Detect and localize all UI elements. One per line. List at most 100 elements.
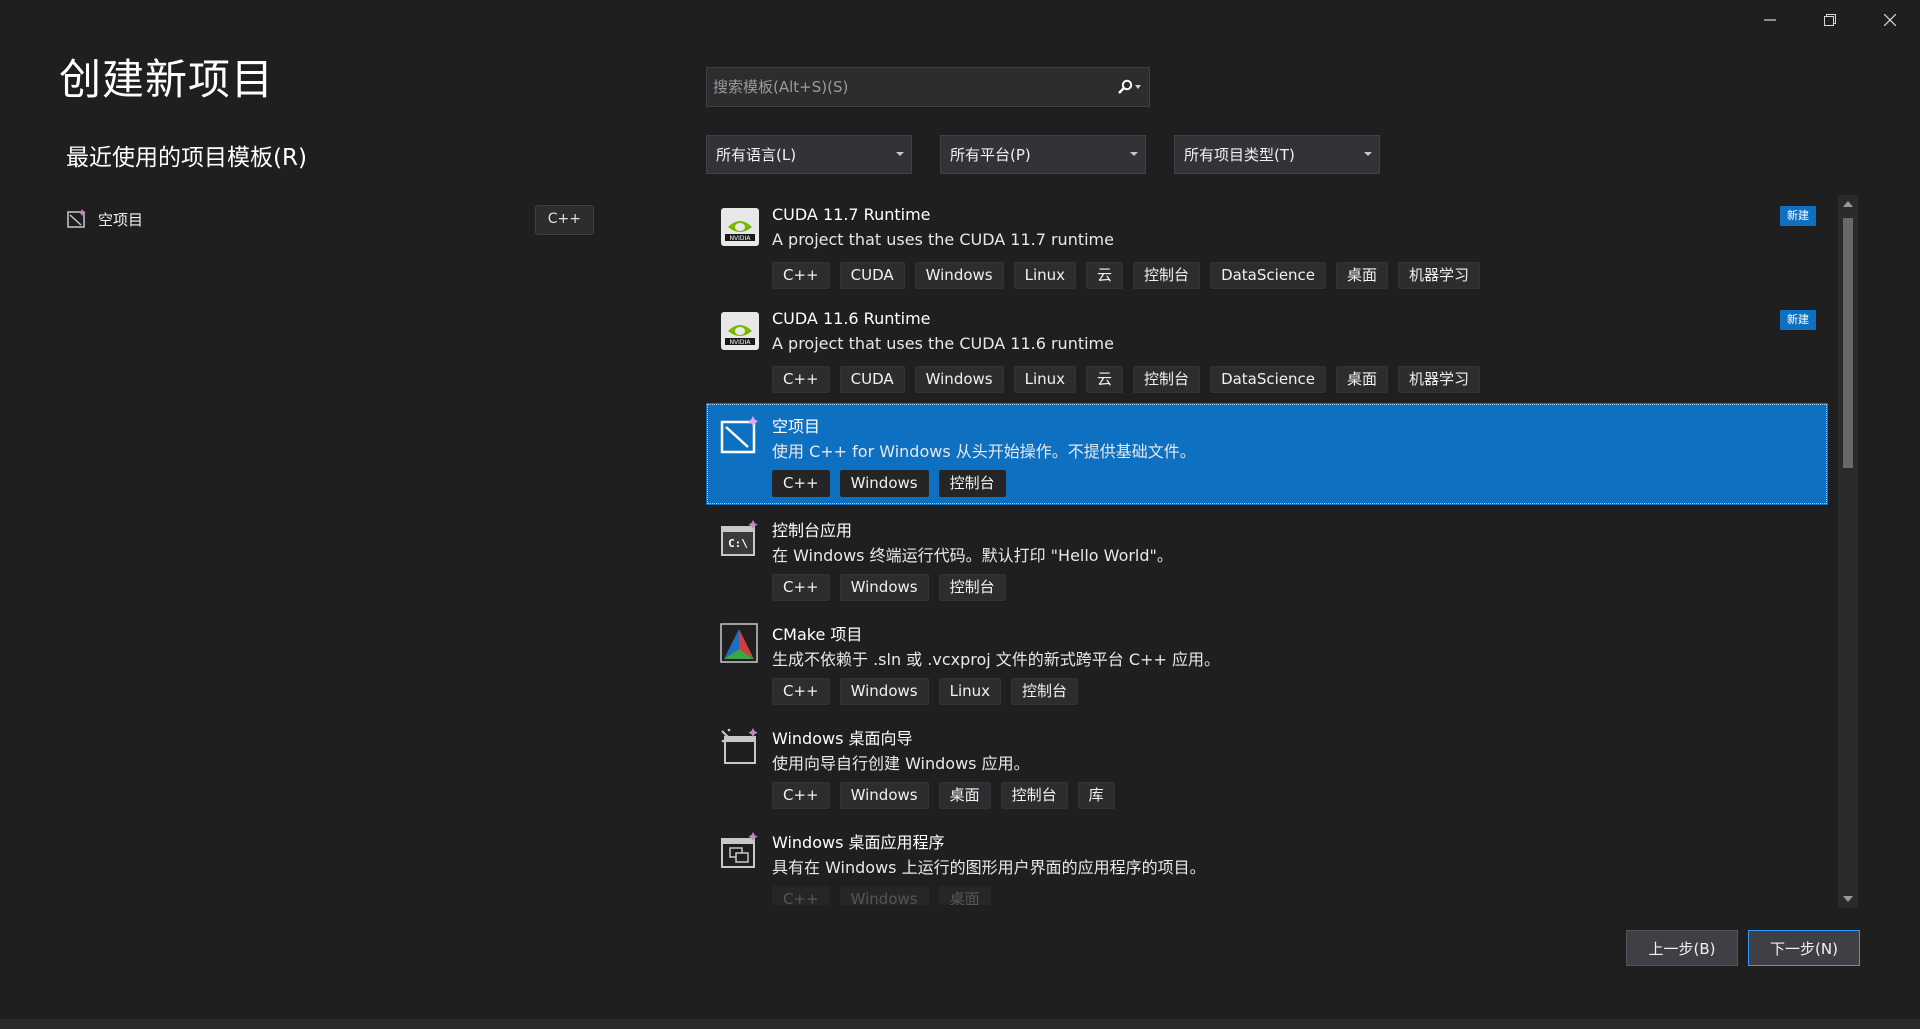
tag: 控制台 — [1000, 782, 1068, 809]
template-console-app[interactable]: C:\ 控制台应用 在 Windows 终端运行代码。默认打印 "Hello W… — [706, 507, 1828, 609]
tag: Windows — [839, 470, 929, 497]
search-box — [706, 67, 1150, 107]
minimize-button[interactable] — [1740, 0, 1800, 40]
tag: C++ — [772, 678, 830, 705]
svg-text:C:\: C:\ — [728, 537, 748, 550]
tag: 控制台 — [1133, 262, 1201, 289]
tag: Windows — [839, 782, 929, 809]
tag: 机器学习 — [1398, 366, 1481, 393]
tag: Windows — [839, 574, 929, 601]
template-tags: C++ CUDA Windows Linux 云 控制台 DataScience… — [772, 366, 1481, 393]
nvidia-icon: NVIDIA — [721, 208, 759, 246]
chevron-down-icon — [1364, 152, 1372, 156]
chevron-down-icon — [1130, 152, 1138, 156]
tag: 桌面 — [938, 886, 991, 905]
template-tags: C++ Windows 控制台 — [772, 574, 1006, 601]
scroll-up-button[interactable] — [1838, 195, 1858, 213]
tag: DataScience — [1210, 366, 1327, 393]
desktop-app-icon — [721, 832, 758, 868]
recent-item-tag: C++ — [534, 205, 594, 235]
template-description: 使用向导自行创建 Windows 应用。 — [772, 754, 1030, 773]
svg-text:NVIDIA: NVIDIA — [730, 339, 752, 346]
tag: Linux — [938, 678, 1002, 705]
template-title: Windows 桌面应用程序 — [772, 833, 945, 852]
tag: C++ — [772, 262, 830, 289]
template-title: 控制台应用 — [772, 521, 853, 540]
tag: 控制台 — [1133, 366, 1201, 393]
template-title: CUDA 11.6 Runtime — [772, 309, 931, 328]
template-title: CMake 项目 — [772, 625, 863, 644]
restore-button[interactable] — [1800, 0, 1860, 40]
search-button[interactable] — [1111, 68, 1149, 106]
platform-filter-value: 所有平台(P) — [950, 146, 1031, 164]
chevron-down-icon — [1843, 896, 1853, 902]
template-cuda-11-7[interactable]: NVIDIA CUDA 11.7 Runtime A project that … — [706, 195, 1828, 297]
chevron-down-icon — [896, 152, 904, 156]
tag: 机器学习 — [1398, 262, 1481, 289]
template-description: 生成不依赖于 .sln 或 .vcxproj 文件的新式跨平台 C++ 应用。 — [772, 650, 1220, 669]
empty-project-icon — [67, 209, 86, 228]
project-type-filter[interactable]: 所有项目类型(T) — [1174, 135, 1380, 174]
template-title: CUDA 11.7 Runtime — [772, 205, 931, 224]
template-description: 在 Windows 终端运行代码。默认打印 "Hello World"。 — [772, 546, 1173, 565]
tag: Windows — [914, 366, 1004, 393]
tag: C++ — [772, 366, 830, 393]
scroll-thumb[interactable] — [1843, 218, 1853, 468]
template-desktop-wizard[interactable]: Windows 桌面向导 使用向导自行创建 Windows 应用。 C++ Wi… — [706, 715, 1828, 817]
window-controls — [1740, 0, 1920, 40]
template-list: NVIDIA CUDA 11.7 Runtime A project that … — [706, 195, 1828, 905]
close-icon — [1884, 14, 1896, 26]
cmake-icon — [720, 623, 758, 663]
tag: 桌面 — [1336, 262, 1389, 289]
template-cuda-11-6[interactable]: NVIDIA CUDA 11.6 Runtime A project that … — [706, 299, 1828, 401]
console-app-icon: C:\ — [721, 520, 758, 556]
template-tags: C++ CUDA Windows Linux 云 控制台 DataScience… — [772, 262, 1481, 289]
tag: 库 — [1077, 782, 1115, 809]
tag: Linux — [1013, 262, 1077, 289]
template-list-scrollbar[interactable] — [1838, 195, 1858, 908]
close-button[interactable] — [1860, 0, 1920, 40]
next-button[interactable]: 下一步(N) — [1748, 930, 1860, 966]
tag: Linux — [1013, 366, 1077, 393]
tag: Windows — [914, 262, 1004, 289]
project-type-filter-value: 所有项目类型(T) — [1184, 146, 1295, 164]
back-button[interactable]: 上一步(B) — [1626, 930, 1738, 966]
minimize-icon — [1764, 19, 1776, 21]
tag: 桌面 — [938, 782, 991, 809]
recent-templates-heading: 最近使用的项目模板(R) — [66, 145, 307, 171]
template-tags: C++ Windows 桌面 控制台 库 — [772, 782, 1115, 809]
tag: CUDA — [839, 366, 905, 393]
tag: 控制台 — [938, 574, 1006, 601]
svg-text:NVIDIA: NVIDIA — [730, 235, 752, 242]
page-title: 创建新项目 — [59, 55, 275, 104]
new-badge: 新建 — [1780, 310, 1816, 330]
tag: 控制台 — [938, 470, 1006, 497]
tag: C++ — [772, 886, 830, 905]
recent-item-label: 空项目 — [98, 210, 144, 229]
template-tags: C++ Windows 控制台 — [772, 470, 1006, 497]
search-input[interactable] — [707, 68, 1111, 106]
language-filter[interactable]: 所有语言(L) — [706, 135, 912, 174]
chevron-up-icon — [1843, 201, 1853, 207]
new-badge: 新建 — [1780, 206, 1816, 226]
desktop-wizard-icon — [721, 728, 758, 764]
tag: 桌面 — [1336, 366, 1389, 393]
platform-filter[interactable]: 所有平台(P) — [940, 135, 1146, 174]
tag: C++ — [772, 470, 830, 497]
tag: 云 — [1086, 366, 1124, 393]
tag: CUDA — [839, 262, 905, 289]
tag: C++ — [772, 574, 830, 601]
tag: 云 — [1086, 262, 1124, 289]
empty-project-icon — [720, 416, 759, 454]
template-desktop-app[interactable]: Windows 桌面应用程序 具有在 Windows 上运行的图形用户界面的应用… — [706, 819, 1828, 905]
language-filter-value: 所有语言(L) — [716, 146, 797, 164]
restore-icon — [1824, 14, 1836, 26]
template-cmake-project[interactable]: CMake 项目 生成不依赖于 .sln 或 .vcxproj 文件的新式跨平台… — [706, 611, 1828, 713]
tag: Windows — [839, 678, 929, 705]
template-tags: C++ Windows Linux 控制台 — [772, 678, 1079, 705]
template-empty-project[interactable]: 空项目 使用 C++ for Windows 从头开始操作。不提供基础文件。 C… — [706, 403, 1828, 505]
scroll-down-button[interactable] — [1838, 890, 1858, 908]
tag: C++ — [772, 782, 830, 809]
recent-item-empty-project[interactable]: 空项目 C++ — [66, 203, 594, 235]
template-description: A project that uses the CUDA 11.7 runtim… — [772, 230, 1114, 249]
